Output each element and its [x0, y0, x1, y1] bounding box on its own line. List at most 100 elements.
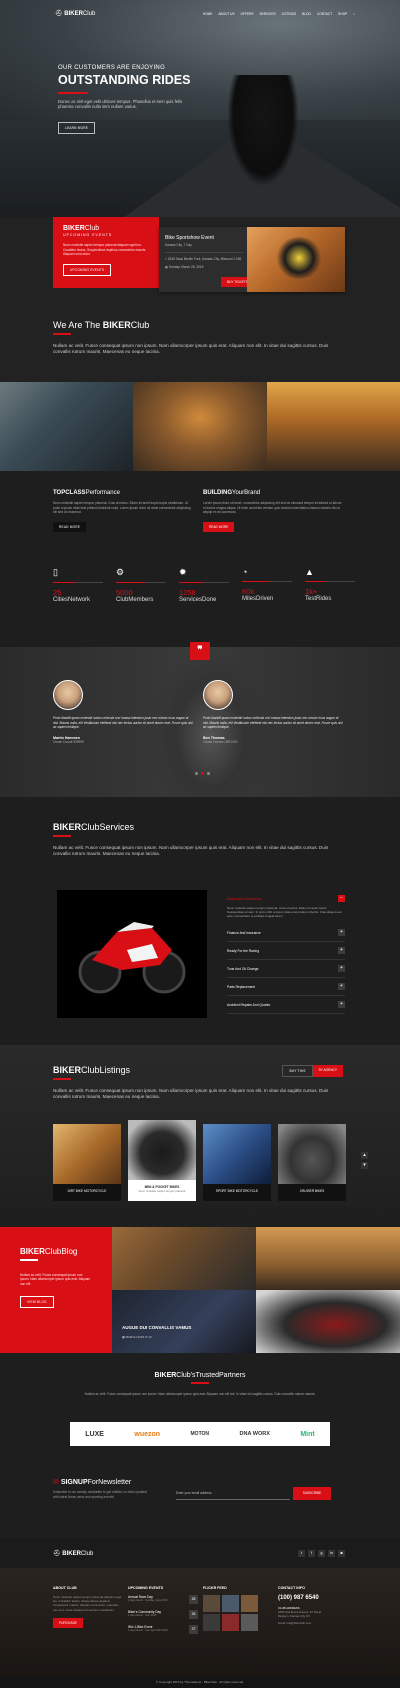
- flickr-thumb[interactable]: [241, 1614, 258, 1631]
- event-card[interactable]: Bike Sportshow Event Kansas City, 7 Day …: [159, 227, 345, 292]
- blog-image[interactable]: [112, 1227, 256, 1290]
- subscribe-button[interactable]: SUBSCRIBE: [293, 1487, 331, 1500]
- plus-icon[interactable]: +: [338, 983, 345, 990]
- twitter-icon[interactable]: t: [298, 1550, 305, 1557]
- nav-listings[interactable]: LISTINGS: [282, 12, 297, 16]
- partner-logo-luxe[interactable]: LUXE: [85, 1431, 104, 1438]
- blog-post-title: AUGUE DUI CONVALLIS VAMUS: [122, 1325, 192, 1330]
- partner-logo-mint[interactable]: Mint: [300, 1431, 314, 1438]
- footer-event-item[interactable]: Biker's Community Day 1 days Event · Sun …: [128, 1610, 198, 1619]
- chevron-down-icon[interactable]: ▾: [361, 1162, 368, 1169]
- nav-services[interactable]: SERVICES: [260, 12, 276, 16]
- minus-icon[interactable]: −: [338, 895, 345, 902]
- nav-offers[interactable]: OFFERS: [241, 12, 254, 16]
- accordion-text: Nunc molestie sapien tempor placerat. Cr…: [227, 906, 342, 918]
- speedometer-icon: ◔: [242, 567, 248, 577]
- partners-text: Nullam ac velit. Fusce consequat ipsum n…: [84, 1391, 316, 1396]
- blog-image[interactable]: [256, 1227, 400, 1290]
- nav-shop[interactable]: SHOP: [338, 12, 347, 16]
- flickr-thumb[interactable]: [222, 1614, 239, 1631]
- hero-text: Donec ac nisl eget velit ultrices tempus…: [58, 98, 183, 110]
- blog-post-date: MARCH 2015: [125, 1335, 145, 1339]
- blog-grid: AUGUE DUI CONVALLIS VAMUS ▦ MARCH 2015 ✉…: [112, 1227, 400, 1353]
- purchase-button[interactable]: PURCHASE: [53, 1617, 83, 1628]
- upcoming-events-button[interactable]: UPCOMING EVENTS: [63, 263, 112, 276]
- event-image: [247, 227, 345, 292]
- nav-contact[interactable]: CONTACT: [317, 12, 332, 16]
- blog-image[interactable]: [256, 1290, 400, 1353]
- event-address: 1835 Sauk Berdin Fork, Kansas City, Miss…: [167, 256, 242, 261]
- accordion-item[interactable]: Finance And Insurance +: [227, 924, 345, 942]
- listing-card[interactable]: DIRT BIKE MOTORCYCLE: [53, 1124, 121, 1201]
- testimonial-role: Owner Honda CBR1000: [203, 739, 238, 744]
- accordion-item[interactable]: Parts Replacement +: [227, 978, 345, 996]
- gear-icon: ✹: [179, 567, 187, 577]
- listings-header: BIKERClubListings Nullam ac velit. Fusce…: [53, 1065, 343, 1100]
- plus-icon[interactable]: +: [338, 965, 345, 972]
- listings-text: Nullam ac velit. Fusce consequat ipsum n…: [53, 1087, 329, 1099]
- facebook-icon[interactable]: f: [308, 1550, 315, 1557]
- blog-text: Nullam ac velit. Fusce consequat ipsum n…: [20, 1272, 91, 1286]
- footer-events: UPCOMING EVENTS Annual Race Day 1 days Ev…: [128, 1586, 198, 1634]
- tab-buy-this[interactable]: BUY THIS: [282, 1065, 313, 1077]
- search-icon[interactable]: ⌕: [353, 12, 355, 16]
- listing-card[interactable]: SPORT BIKE MOTORCYCLE: [203, 1124, 271, 1201]
- flickr-thumb[interactable]: [241, 1595, 258, 1612]
- footer-event-item[interactable]: Annual Race Day 1 days Event · Sunday, Io…: [128, 1595, 198, 1604]
- road-icon: ▲: [305, 567, 314, 577]
- footer-logo[interactable]: ⛑ BIKERClub: [53, 1550, 93, 1557]
- blog-post-comments: 10: [148, 1335, 152, 1339]
- feature-performance-title: TOPCLASSPerformance: [53, 490, 120, 496]
- feature-brand: BUILDINGYourBrand Lorem ipsum dolor sit …: [203, 490, 343, 532]
- listing-image: [53, 1124, 121, 1184]
- accordion-item[interactable]: Tune And Oil Change +: [227, 960, 345, 978]
- plus-icon[interactable]: +: [338, 1001, 345, 1008]
- partner-logo-wuezon[interactable]: wuezon: [134, 1431, 160, 1438]
- accordion-item[interactable]: Accident Repairs And Quotes +: [227, 996, 345, 1014]
- accordion-item[interactable]: Ready For the Racing +: [227, 942, 345, 960]
- view-blog-button[interactable]: VIEW BLOG: [20, 1296, 54, 1309]
- listing-title: SPORT BIKE MOTORCYCLE: [215, 1189, 259, 1193]
- listing-card-featured[interactable]: MINI & POCKET BIKES Nunc molestie sapien…: [128, 1120, 196, 1201]
- google-plus-icon[interactable]: g: [318, 1550, 325, 1557]
- flickr-thumb[interactable]: [203, 1614, 220, 1631]
- hero-subtitle: OUR CUSTOMERS ARE ENJOYING: [58, 65, 166, 71]
- accordion-title: Motorcycle Inspections: [227, 896, 262, 901]
- flickr-thumb[interactable]: [222, 1595, 239, 1612]
- instagram-icon[interactable]: ◙: [338, 1550, 345, 1557]
- testimonial-text: Proin blandit quam molestie luctus vehic…: [203, 716, 343, 730]
- learn-more-button[interactable]: LEARN MORE: [58, 122, 96, 135]
- hero-rider-image: [228, 75, 298, 185]
- feature-performance-text: Nunc molestie sapien tempor placerat. Cr…: [53, 501, 191, 515]
- partner-logo-moton[interactable]: MOTON: [191, 1431, 210, 1437]
- pagination-dot-active[interactable]: [201, 772, 204, 775]
- nav-home[interactable]: HOME: [203, 12, 213, 16]
- chevron-up-icon[interactable]: ▴: [361, 1152, 368, 1159]
- accordion-open-item[interactable]: Motorcycle Inspections − Nunc molestie s…: [227, 893, 345, 924]
- linkedin-icon[interactable]: in: [328, 1550, 335, 1557]
- listings-tabs: BUY THIS BY AGENCY: [282, 1065, 343, 1077]
- partner-logo-dnaworx[interactable]: DNA WORX: [240, 1431, 270, 1437]
- pagination-dot[interactable]: [207, 772, 210, 775]
- blog-featured-post[interactable]: AUGUE DUI CONVALLIS VAMUS ▦ MARCH 2015 ✉…: [112, 1290, 256, 1353]
- flickr-thumb[interactable]: [203, 1595, 220, 1612]
- nav-about[interactable]: ABOUT US: [218, 12, 234, 16]
- newsletter: ✉ SIGNUPForNewsletter Subscribe to our w…: [53, 1478, 353, 1500]
- email-field[interactable]: Enter your email address: [176, 1488, 290, 1500]
- partners-header: BIKERClub'sTrustedPartners Nullam ac vel…: [80, 1372, 320, 1396]
- flickr-grid: [203, 1595, 273, 1631]
- tab-by-agency[interactable]: BY AGENCY: [312, 1065, 343, 1077]
- events-heading: UPCOMING EVENTS: [63, 233, 113, 237]
- footer-event-item[interactable]: Win 1-Bike Event 1 days Event · Sun April…: [128, 1625, 198, 1634]
- plus-icon[interactable]: +: [338, 929, 345, 936]
- contact-phone[interactable]: (100) 987 6540: [278, 1595, 348, 1601]
- quote-icon: ❞: [190, 642, 210, 660]
- feature-brand-title: BUILDINGYourBrand: [203, 490, 261, 496]
- plus-icon[interactable]: +: [338, 947, 345, 954]
- nav-blog[interactable]: BLOG: [302, 12, 311, 16]
- listing-card[interactable]: CRUISER BIKES: [278, 1124, 346, 1201]
- feature-brand-button[interactable]: READ MORE: [203, 521, 235, 532]
- pagination-dot[interactable]: [195, 772, 198, 775]
- feature-performance-button[interactable]: READ MORE: [53, 521, 87, 532]
- testimonial-role: Owner Ducati 999999: [53, 739, 84, 744]
